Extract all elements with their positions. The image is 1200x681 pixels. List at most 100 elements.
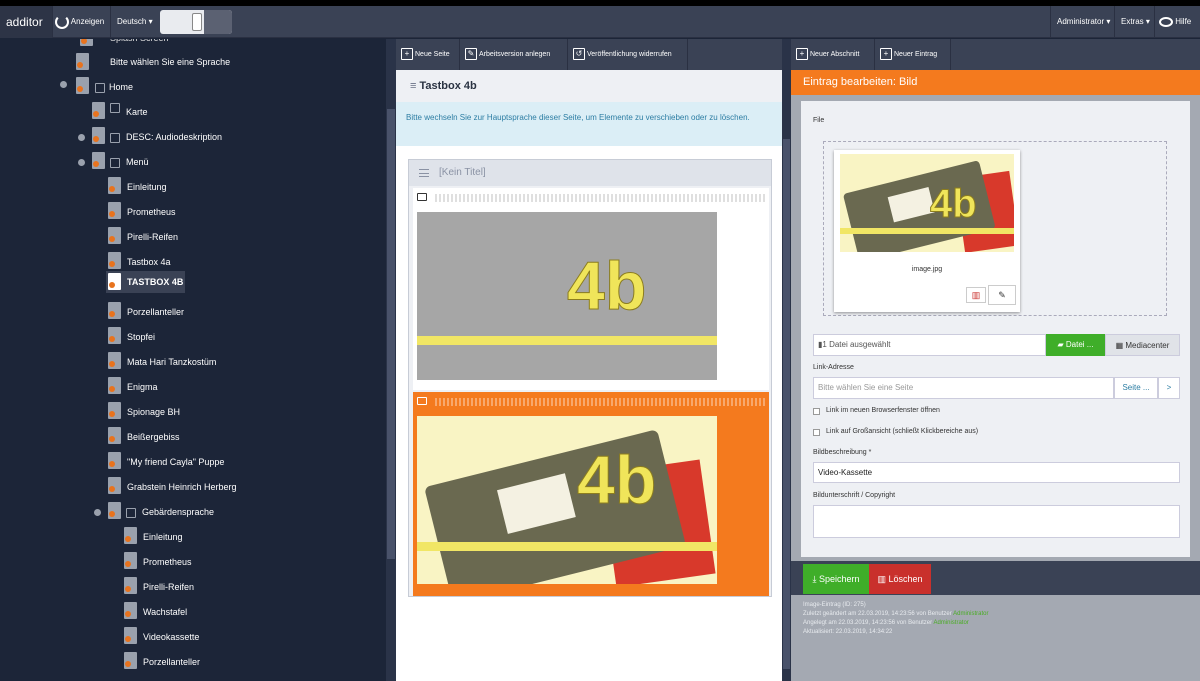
- tree-item-label: Gebärdensprache: [142, 507, 215, 517]
- unpublish-button[interactable]: ↺ Veröffentlichung widerrufen: [568, 39, 688, 70]
- chevron-right-icon[interactable]: >: [1158, 377, 1180, 399]
- refresh-icon: [55, 14, 69, 29]
- mediacenter-button[interactable]: ▦ Mediacenter: [1105, 334, 1180, 356]
- sitemap-icon: [126, 508, 136, 518]
- page-icon: [76, 77, 89, 94]
- tree-item-label: Porzellanteller: [143, 657, 201, 667]
- content-box: [Kein Titel] 4b 4b: [408, 159, 772, 597]
- mediacenter-label: Mediacenter: [1125, 341, 1170, 350]
- box-header[interactable]: [Kein Titel]: [409, 160, 771, 186]
- page-icon: [124, 577, 137, 594]
- tree-item-label: Wachstafel: [143, 607, 188, 617]
- help-label: Hilfe: [1175, 17, 1192, 26]
- element-drag-bar[interactable]: [435, 194, 765, 202]
- tree-item-label: Pirelli-Reifen: [143, 582, 195, 592]
- description-input[interactable]: Video-Kassette: [813, 462, 1180, 483]
- page-select-button[interactable]: Seite ...: [1114, 377, 1158, 399]
- pencil-icon[interactable]: ✎: [988, 285, 1016, 305]
- page-icon: [92, 127, 105, 144]
- tree-item-label: Splash Screen: [110, 39, 169, 49]
- caption-textarea[interactable]: [813, 505, 1180, 538]
- caret-down-icon: ▾: [1145, 17, 1150, 26]
- tree-item-label: Stopfei: [127, 332, 156, 342]
- scrollbar-thumb[interactable]: [387, 109, 395, 559]
- tree-item-label: Enigma: [127, 382, 158, 392]
- meta-modified-text: Zuletzt geändert am 22.03.2019, 14:23:56…: [803, 611, 954, 617]
- tree-item-label: Einleitung: [127, 182, 167, 192]
- view-label: Anzeigen: [70, 17, 105, 26]
- page-icon: [124, 602, 137, 619]
- image-preview-2: 4b: [417, 416, 717, 584]
- revert-icon: ↺: [573, 48, 585, 61]
- help-button[interactable]: Hilfe: [1154, 6, 1200, 38]
- tree-item-label: Home: [109, 82, 134, 92]
- new-window-checkbox[interactable]: [813, 408, 820, 415]
- page-icon: [124, 552, 137, 569]
- file-dropzone[interactable]: 4b image.jpg ▥ ✎: [823, 141, 1167, 316]
- tree-item-label: Grabstein Heinrich Herberg: [127, 482, 237, 492]
- edit-mode-toggle[interactable]: [160, 10, 232, 34]
- video-cassette-illustration: [425, 430, 716, 584]
- trash-icon[interactable]: ▥: [966, 287, 986, 303]
- meta-modified: Zuletzt geändert am 22.03.2019, 14:23:56…: [803, 611, 988, 617]
- new-section-button[interactable]: + Neuer Abschnitt: [791, 39, 875, 70]
- save-button[interactable]: ⤓ Speichern: [803, 564, 869, 594]
- image-element-2[interactable]: 4b: [413, 392, 769, 596]
- caret-down-icon: ▾: [1106, 17, 1111, 26]
- page-icon: [108, 377, 121, 394]
- expand-icon: [60, 81, 67, 88]
- extras-menu[interactable]: Extras ▾: [1114, 6, 1154, 38]
- database-icon: [110, 103, 120, 113]
- tree-item-selected[interactable]: TASTBOX 4B: [106, 271, 185, 293]
- page-icon: [108, 402, 121, 419]
- brand-logo[interactable]: additor: [0, 6, 52, 38]
- view-button[interactable]: Anzeigen: [52, 6, 108, 38]
- camera-icon: [417, 397, 427, 405]
- page-title-text: Tastbox 4b: [419, 80, 477, 92]
- app-window: additor Anzeigen Deutsch ▾ Administrator…: [0, 0, 1200, 681]
- image-text: 4b: [566, 248, 647, 324]
- page-icon: [108, 252, 121, 269]
- page-title: ≡ Tastbox 4b: [396, 70, 782, 102]
- user-menu[interactable]: Administrator ▾: [1050, 6, 1114, 38]
- file-button[interactable]: ▰ Datei ...: [1046, 334, 1105, 356]
- language-label: Deutsch: [117, 17, 147, 26]
- image-element-1[interactable]: 4b: [413, 188, 769, 390]
- new-section-label: Neuer Abschnitt: [810, 51, 860, 58]
- file-button-label: Datei ...: [1065, 340, 1094, 349]
- action-bar: ⤓ Speichern ▥ Löschen: [791, 561, 1200, 595]
- meta-created: Angelegt am 22.03.2019, 14:23:56 von Ben…: [803, 620, 969, 626]
- link-input[interactable]: Bitte wählen Sie eine Seite: [813, 377, 1114, 399]
- link-label: Link-Adresse: [813, 364, 854, 371]
- work-version-button[interactable]: ✎ Arbeitsversion anlegen: [460, 39, 568, 70]
- entry-form: File 4b image.jpg ▥ ✎ ▮1 Datei ausgewähl…: [801, 101, 1190, 557]
- entry-editor: + Neuer Abschnitt + Neuer Eintrag Eintrag …: [791, 39, 1200, 681]
- scrollbar-thumb[interactable]: [783, 139, 790, 669]
- new-page-button[interactable]: + Neue Seite: [396, 39, 460, 70]
- tree-item-label: TASTBOX 4B: [127, 277, 184, 287]
- extras-label: Extras: [1121, 17, 1144, 26]
- drag-handle-icon[interactable]: [419, 169, 429, 177]
- delete-button[interactable]: ▥ Löschen: [869, 564, 931, 594]
- tree-item-label: Spionage BH: [127, 407, 181, 417]
- editor-scrollbar[interactable]: [782, 39, 791, 681]
- large-view-checkbox[interactable]: [813, 429, 820, 436]
- page-icon: [92, 152, 105, 169]
- meta-created-user[interactable]: Administrator: [933, 620, 968, 626]
- grid-icon: ▦: [1115, 341, 1126, 350]
- top-bar: additor Anzeigen Deutsch ▾ Administrator…: [0, 6, 1200, 38]
- tree-item-label: Menü: [126, 157, 149, 167]
- collapse-icon: [94, 509, 101, 516]
- new-entry-button[interactable]: + Neuer Eintrag: [875, 39, 951, 70]
- language-dropdown[interactable]: Deutsch ▾: [110, 6, 158, 38]
- element-drag-bar[interactable]: [435, 398, 765, 406]
- video-cassette-illustration: [843, 161, 1014, 252]
- image-stripe: [840, 228, 1014, 234]
- tree-scrollbar[interactable]: [386, 39, 396, 681]
- meta-modified-user[interactable]: Administrator: [953, 611, 988, 617]
- file-selected-text: 1 Datei ausgewählt: [822, 340, 891, 349]
- image-text: 4b: [930, 182, 978, 226]
- page-icon: [108, 177, 121, 194]
- tree-item-label: Einleitung: [143, 532, 183, 542]
- new-entry-label: Neuer Eintrag: [894, 51, 938, 58]
